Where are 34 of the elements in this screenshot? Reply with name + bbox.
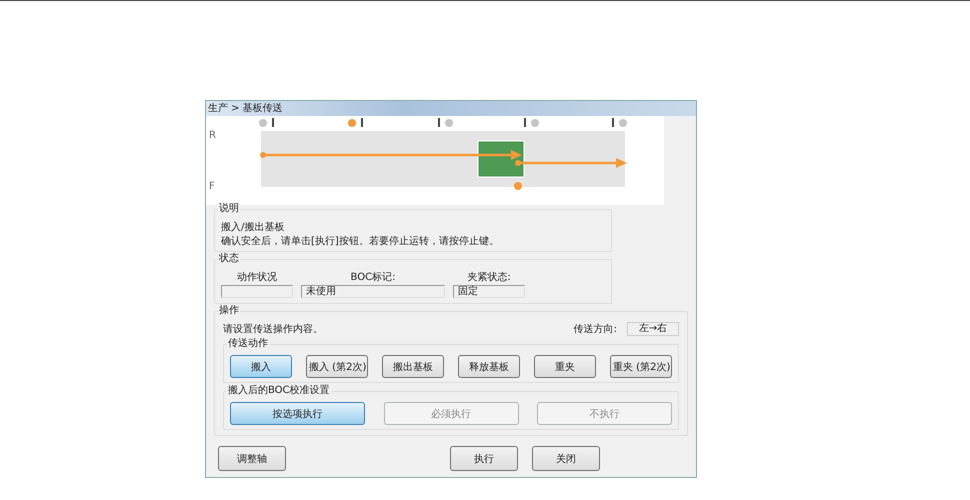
group-title: 说明 [218, 203, 240, 215]
option-button[interactable]: 按选项执行 [230, 402, 365, 425]
status-label: BOC标记: [350, 270, 396, 284]
group-title: 状态 [218, 253, 240, 265]
sensor-tick [361, 118, 363, 127]
hint-text: 请设置传送操作内容。 [223, 322, 323, 336]
group-title: 操作 [218, 305, 240, 317]
status-field: 未使用 [301, 285, 445, 298]
row-label: F [209, 181, 215, 192]
window-title: 生产 > 基板传送 [206, 101, 696, 116]
execute-button[interactable]: 执行 [450, 446, 518, 471]
adjust-axis-button[interactable]: 调整轴 [218, 446, 286, 471]
group-title: 搬入后的BOC校准设置 [227, 385, 331, 397]
action-button[interactable]: 搬入 (第2次) [306, 355, 368, 378]
status-field: 固定 [453, 285, 525, 298]
group-title: 传送动作 [227, 338, 269, 350]
row-label: R [209, 130, 216, 141]
direction-field: 左→右 [627, 322, 679, 336]
action-button[interactable]: 重夹 (第2次) [610, 355, 672, 378]
status-label: 动作状况 [237, 270, 277, 284]
sensor-tick [612, 118, 614, 127]
description-text: 搬入/搬出基板 [221, 220, 286, 234]
action-button[interactable]: 重夹 [534, 355, 596, 378]
status-label: 夹紧状态: [467, 270, 511, 284]
close-button[interactable]: 关闭 [532, 446, 600, 471]
direction-label: 传送方向: [574, 322, 617, 336]
action-button[interactable]: 搬出基板 [382, 355, 444, 378]
sensor-tick [524, 118, 526, 127]
sensor-tick [272, 118, 274, 127]
action-button[interactable]: 释放基板 [458, 355, 520, 378]
action-button[interactable]: 搬入 [230, 355, 292, 378]
status-field [221, 285, 293, 298]
sensor-tick [438, 118, 440, 127]
description-text: 确认安全后，请单击[执行]按钮。若要停止运转，请按停止键。 [221, 234, 500, 248]
